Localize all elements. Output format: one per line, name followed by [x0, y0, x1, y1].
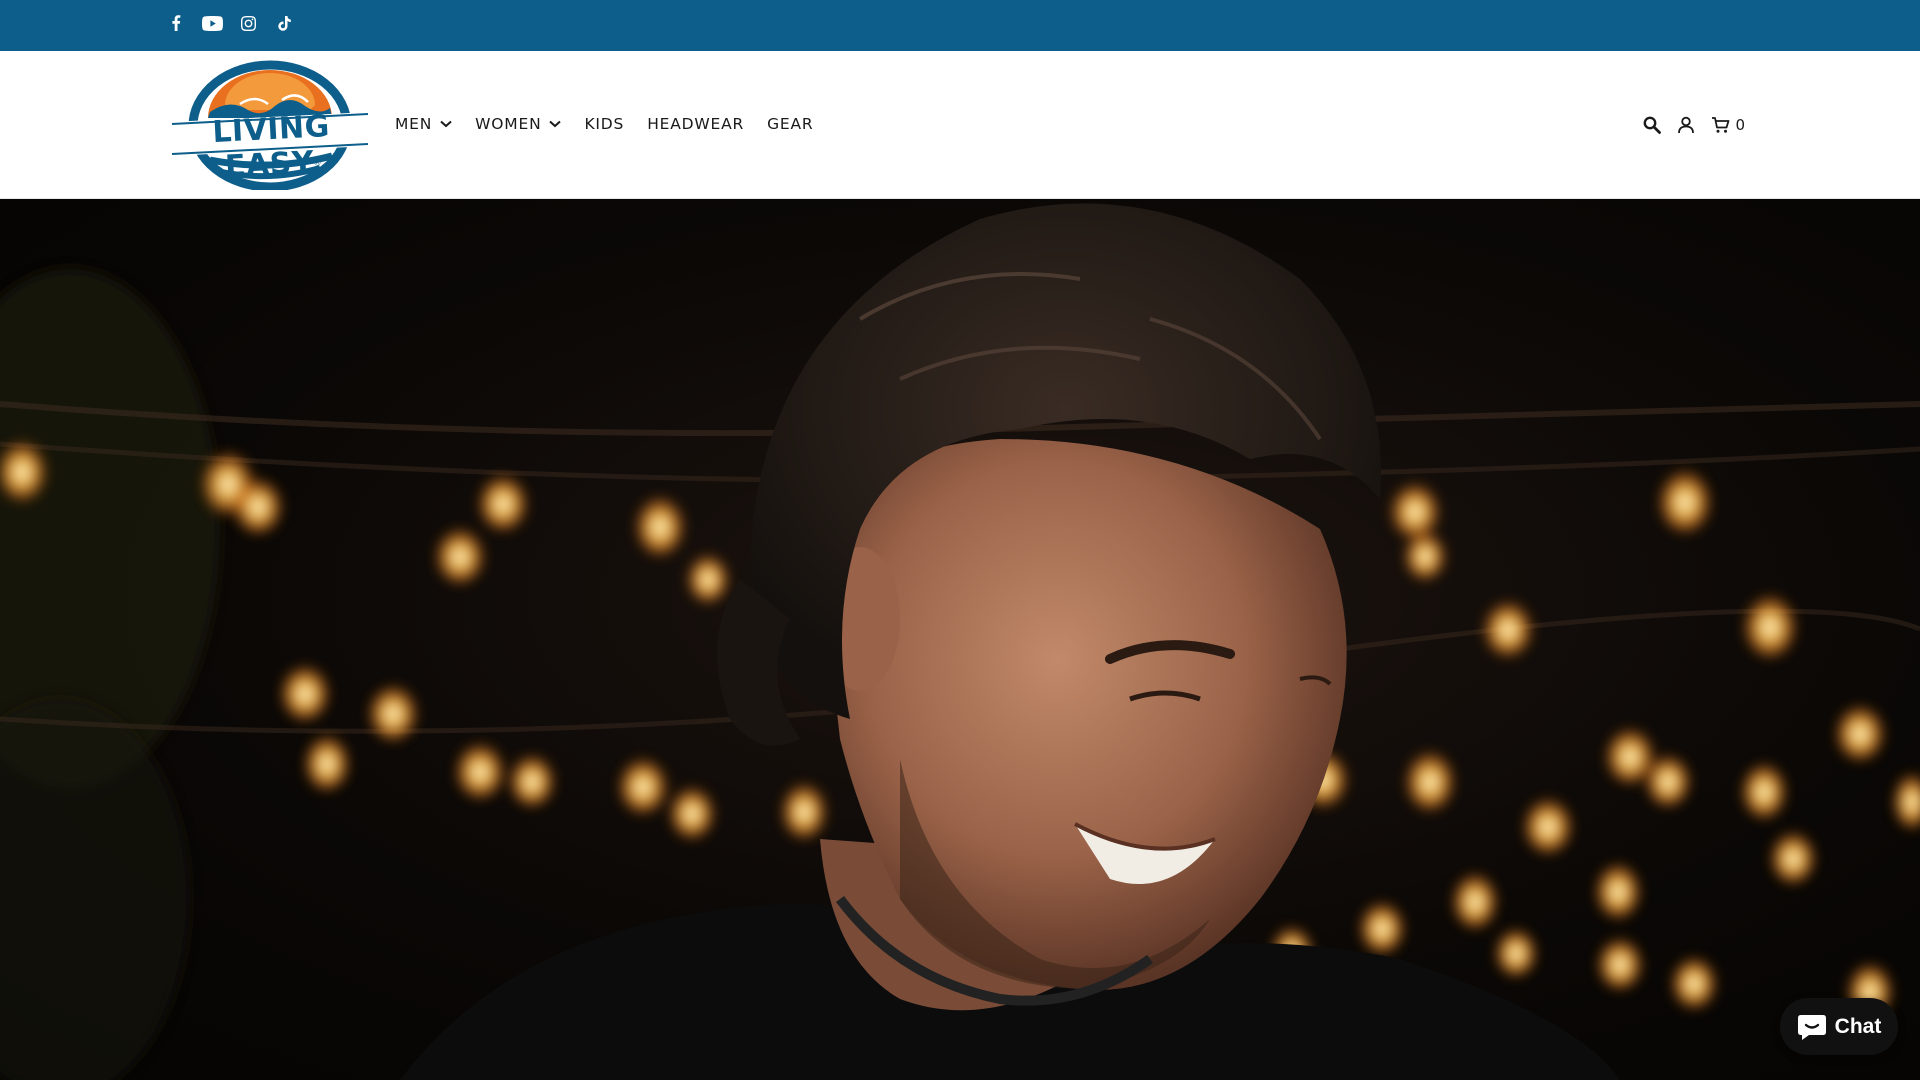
nav-item-label: MEN [395, 115, 433, 133]
nav-item-label: GEAR [767, 115, 814, 133]
hero-image [0, 203, 1920, 1080]
main-nav: MEN WOMEN KIDS HEADWEAR GEAR [395, 115, 813, 133]
nav-item-label: KIDS [584, 115, 625, 133]
nav-item-gear[interactable]: GEAR [767, 115, 813, 133]
nav-item-men[interactable]: MEN [395, 115, 452, 133]
brand-wordmark: LIVING EASY® [211, 108, 331, 185]
chevron-down-icon [440, 120, 452, 128]
cart-count[interactable]: 0 [1735, 116, 1745, 134]
youtube-icon[interactable] [201, 12, 223, 34]
nav-item-label: HEADWEAR [647, 115, 745, 133]
cart-icon[interactable] [1709, 114, 1731, 136]
tiktok-icon[interactable] [273, 12, 295, 34]
top-bar [0, 0, 1920, 51]
chevron-down-icon [549, 120, 562, 128]
facebook-icon[interactable] [165, 12, 187, 34]
social-links [165, 12, 295, 34]
brand-logo[interactable]: LIVING EASY® [170, 60, 370, 192]
nav-item-kids[interactable]: KIDS [584, 115, 624, 133]
nav-item-women[interactable]: WOMEN [475, 115, 562, 133]
hero-banner[interactable] [0, 199, 1920, 1080]
header-actions: 0 [1641, 114, 1745, 136]
nav-item-headwear[interactable]: HEADWEAR [647, 115, 744, 133]
chat-bubble-icon [1797, 1014, 1826, 1040]
instagram-icon[interactable] [237, 12, 259, 34]
user-icon[interactable] [1675, 114, 1697, 136]
nav-item-label: WOMEN [475, 115, 542, 133]
search-icon[interactable] [1641, 114, 1663, 136]
chat-button[interactable]: Chat [1780, 998, 1898, 1055]
chat-label: Chat [1834, 1014, 1882, 1038]
site-header: LIVING EASY® MEN WOMEN KIDS HEADWEAR GEA… [0, 51, 1920, 199]
